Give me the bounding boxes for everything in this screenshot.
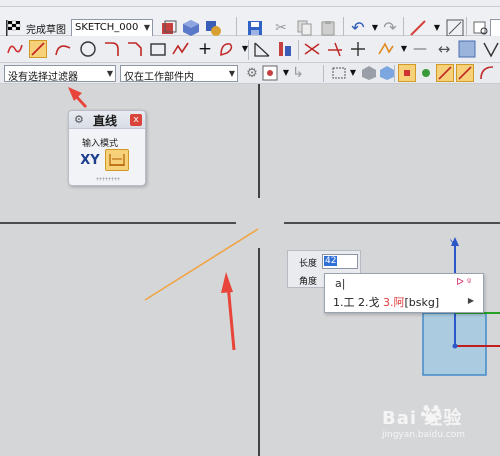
snap-tangent-icon[interactable] [456, 64, 474, 82]
sketch-name-select[interactable]: SKETCH_000 ▼ [71, 19, 153, 37]
undo-icon[interactable]: ↶ [349, 19, 367, 37]
snap-midpoint-icon[interactable] [417, 64, 435, 82]
sketch-line[interactable] [144, 228, 259, 301]
dimension-icon[interactable] [253, 40, 271, 58]
watermark-url: jingyan.baidu.com [382, 430, 466, 440]
ime-code-hint: [bskg] [404, 296, 440, 309]
ime-candidate[interactable]: 3.阿 [383, 296, 405, 309]
chevron-down-icon: ▼ [106, 69, 113, 78]
resize-grip-icon[interactable] [96, 177, 120, 181]
horizontal-dimension-icon[interactable]: ↔ [435, 40, 453, 58]
component-filter-icon[interactable] [360, 64, 378, 82]
snap-on-curve-icon[interactable] [436, 64, 454, 82]
line-icon[interactable] [29, 40, 47, 58]
quick-extend-icon[interactable] [326, 40, 344, 58]
chamfer-icon[interactable] [126, 40, 144, 58]
toolbar-separator [236, 17, 237, 37]
make-corner-icon[interactable] [349, 40, 367, 58]
circle-icon[interactable] [79, 40, 97, 58]
toolbar-separator [466, 17, 467, 37]
snap-arc-icon[interactable] [478, 64, 496, 82]
chevron-down-icon: ▼ [228, 69, 235, 78]
arc-icon[interactable] [54, 40, 72, 58]
sketch-toolbar: 完成草图 SKETCH_000 ▼ ✂ ↶ ▼ ↷ ▼ [0, 7, 500, 38]
ime-composition: a| [335, 277, 346, 290]
update-model-icon[interactable] [204, 19, 222, 37]
gear-icon[interactable]: ⚙ [74, 113, 84, 126]
annotation-arrow-2-shaft [226, 283, 236, 351]
input-mode-label: 输入模式 [82, 139, 119, 149]
chevron-down-icon[interactable]: ▼ [236, 40, 254, 58]
snap-endpoint-icon[interactable] [398, 64, 416, 82]
ime-candidate[interactable]: 2.戈 [358, 296, 380, 309]
chevron-right-icon[interactable]: ▶ [468, 296, 474, 305]
toolbar-separator [248, 40, 249, 60]
finish-sketch-button[interactable]: 完成草图 [4, 18, 66, 38]
view-sketch-icon[interactable] [182, 19, 200, 37]
xy-coordinate-mode-button[interactable]: XY [78, 151, 102, 171]
selection-toolbar: 没有选择过滤器 ▼ 仅在工作部件内 ▼ ⚙ ▼ ↳ ▼ [0, 63, 500, 84]
chevron-down-icon: ▼ [143, 23, 150, 32]
constraint-icon[interactable] [446, 19, 464, 37]
csys-origin [452, 343, 458, 349]
search-command-icon[interactable] [472, 19, 490, 37]
annotation-arrow-2-head [221, 272, 233, 293]
ime-candidate[interactable]: 1.工 [333, 296, 355, 309]
ime-logo-icon: ᐅ ᵍ [456, 277, 471, 288]
angle-label: 角度 [299, 277, 318, 287]
toolbar-separator [403, 17, 404, 37]
line-tool-icon[interactable] [409, 19, 427, 37]
menu-bar [0, 0, 500, 7]
mirror-curve-icon[interactable] [377, 40, 395, 58]
parameter-mode-button[interactable] [105, 149, 129, 171]
redo-icon[interactable]: ↷ [381, 19, 399, 37]
close-button[interactable]: x [130, 114, 142, 126]
select-all-icon[interactable]: ↳ [289, 64, 307, 82]
distance-icon[interactable]: — [411, 40, 429, 58]
pattern-icon[interactable] [458, 40, 476, 58]
line-dialog-titlebar[interactable]: ⚙ 直线 x [69, 111, 145, 129]
fillet-icon[interactable] [103, 40, 121, 58]
toolbar-separator [298, 40, 299, 60]
type-filter-select[interactable]: 没有选择过滤器 ▼ [4, 65, 116, 82]
y-axis-label: Y [449, 239, 456, 249]
length-input[interactable]: 42 [322, 254, 358, 269]
ime-candidate-window: a| ᐅ ᵍ 1.工 2.戈 3.阿[bskg] ▶ [324, 273, 484, 313]
finish-sketch-label: 完成草图 [26, 24, 66, 36]
geometric-constraint-icon[interactable] [276, 40, 294, 58]
cut-icon[interactable]: ✂ [272, 19, 290, 37]
watermark-brand: Bai 经验 [382, 408, 463, 429]
save-icon[interactable] [246, 19, 264, 37]
selection-scope-select[interactable]: 仅在工作部件内 ▼ [120, 65, 238, 82]
polygon-icon[interactable] [172, 40, 190, 58]
finish-flag-icon [6, 20, 21, 36]
reorient-sketch-icon[interactable] [160, 19, 178, 37]
length-value: 42 [324, 256, 338, 266]
curve-toolbar: + ▼ ▼ — ↔ [0, 36, 500, 63]
point-icon[interactable]: + [196, 40, 214, 58]
intersection-curve-icon[interactable] [482, 40, 500, 58]
length-label: 长度 [299, 259, 318, 269]
toolbar-separator [394, 65, 395, 82]
watermark: Bai 经验 jingyan.baidu.com [382, 402, 492, 450]
ime-candidate-list: 1.工 2.戈 3.阿[bskg] [333, 294, 439, 310]
line-dialog-title: 直线 [93, 114, 118, 128]
toolbar-separator [323, 65, 324, 82]
type-filter-value: 没有选择过滤器 [8, 72, 78, 82]
rectangle-icon[interactable] [149, 40, 167, 58]
parameter-mode-icon [109, 154, 125, 166]
paste-icon[interactable] [319, 19, 337, 37]
copy-icon[interactable] [296, 19, 314, 37]
search-input[interactable] [490, 19, 500, 37]
sketch-name-value: SKETCH_000 [75, 22, 139, 33]
gear-icon[interactable]: ⚙ [243, 64, 261, 82]
profile-icon[interactable] [6, 40, 24, 58]
line-dialog: ⚙ 直线 x 输入模式 XY [68, 110, 146, 186]
offset-curve-icon[interactable] [218, 40, 236, 58]
toolbar-separator [343, 17, 344, 37]
quick-trim-icon[interactable] [303, 40, 321, 58]
selection-scope-value: 仅在工作部件内 [124, 72, 194, 82]
chevron-down-icon[interactable]: ▼ [428, 19, 446, 37]
